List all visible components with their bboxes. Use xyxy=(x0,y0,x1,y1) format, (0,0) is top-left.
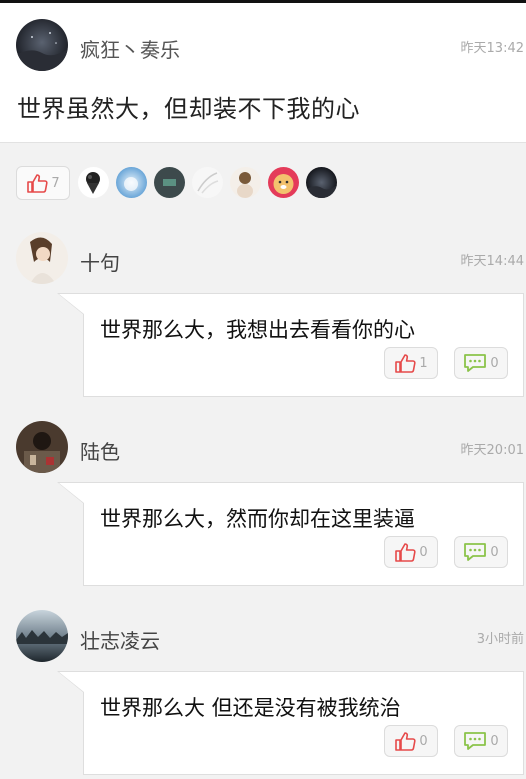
like-count: 0 xyxy=(419,733,428,749)
commenter-avatar[interactable] xyxy=(16,610,68,662)
liker-avatar[interactable] xyxy=(154,167,185,198)
commenter-name[interactable]: 陆色 xyxy=(80,436,120,465)
post-like-button[interactable]: 7 xyxy=(16,166,70,200)
speech-bubble-icon xyxy=(463,353,487,373)
thumbs-up-icon xyxy=(394,731,416,751)
comment-reply-button[interactable]: 0 xyxy=(454,725,508,757)
comment-time: 昨天14:44 xyxy=(460,254,524,269)
thumbs-up-icon xyxy=(26,173,48,193)
liker-avatar[interactable] xyxy=(116,167,147,198)
post-content: 世界虽然大，但却装不下我的心 xyxy=(17,95,360,123)
comment-time: 昨天20:01 xyxy=(460,443,524,458)
thumbs-up-icon xyxy=(394,542,416,562)
commenter-name[interactable]: 十句 xyxy=(80,247,120,276)
commenter-avatar[interactable] xyxy=(16,421,68,473)
liker-avatar[interactable] xyxy=(230,167,261,198)
like-count: 0 xyxy=(419,544,428,560)
comment-text: 世界那么大 但还是没有被我统治 xyxy=(100,696,401,720)
post-author-name[interactable]: 疯狂丶奏乐 xyxy=(80,34,180,63)
liker-avatar[interactable] xyxy=(192,167,223,198)
comment-text: 世界那么大，然而你却在这里装逼 xyxy=(100,507,415,531)
reply-count: 0 xyxy=(490,733,499,749)
liker-avatar[interactable] xyxy=(306,167,337,198)
main-post: 疯狂丶奏乐 昨天13:42 世界虽然大，但却装不下我的心 xyxy=(0,3,526,142)
commenter-name[interactable]: 壮志凌云 xyxy=(80,625,160,654)
comment-bubble: 世界那么大，我想出去看看你的心 1 0 xyxy=(57,293,524,397)
speech-bubble-icon xyxy=(463,542,487,562)
comment-like-button[interactable]: 0 xyxy=(384,536,438,568)
comment-bubble: 世界那么大 但还是没有被我统治 0 0 xyxy=(57,671,524,775)
speech-bubble-icon xyxy=(463,731,487,751)
reply-count: 0 xyxy=(490,544,499,560)
post-like-count: 7 xyxy=(51,175,60,191)
likes-bar: 7 xyxy=(0,142,526,220)
comment-reply-button[interactable]: 0 xyxy=(454,347,508,379)
comment-text: 世界那么大，我想出去看看你的心 xyxy=(100,318,415,342)
like-count: 1 xyxy=(419,355,428,371)
comment-like-button[interactable]: 0 xyxy=(384,725,438,757)
comment-time: 3小时前 xyxy=(476,632,524,647)
liker-avatar[interactable] xyxy=(78,167,109,198)
comment-reply-button[interactable]: 0 xyxy=(454,536,508,568)
liker-avatar[interactable] xyxy=(268,167,299,198)
comment-bubble: 世界那么大，然而你却在这里装逼 0 0 xyxy=(57,482,524,586)
post-author-avatar[interactable] xyxy=(16,19,68,71)
commenter-avatar[interactable] xyxy=(16,232,68,284)
thumbs-up-icon xyxy=(394,353,416,373)
post-time: 昨天13:42 xyxy=(460,41,524,56)
comment-like-button[interactable]: 1 xyxy=(384,347,438,379)
reply-count: 0 xyxy=(490,355,499,371)
